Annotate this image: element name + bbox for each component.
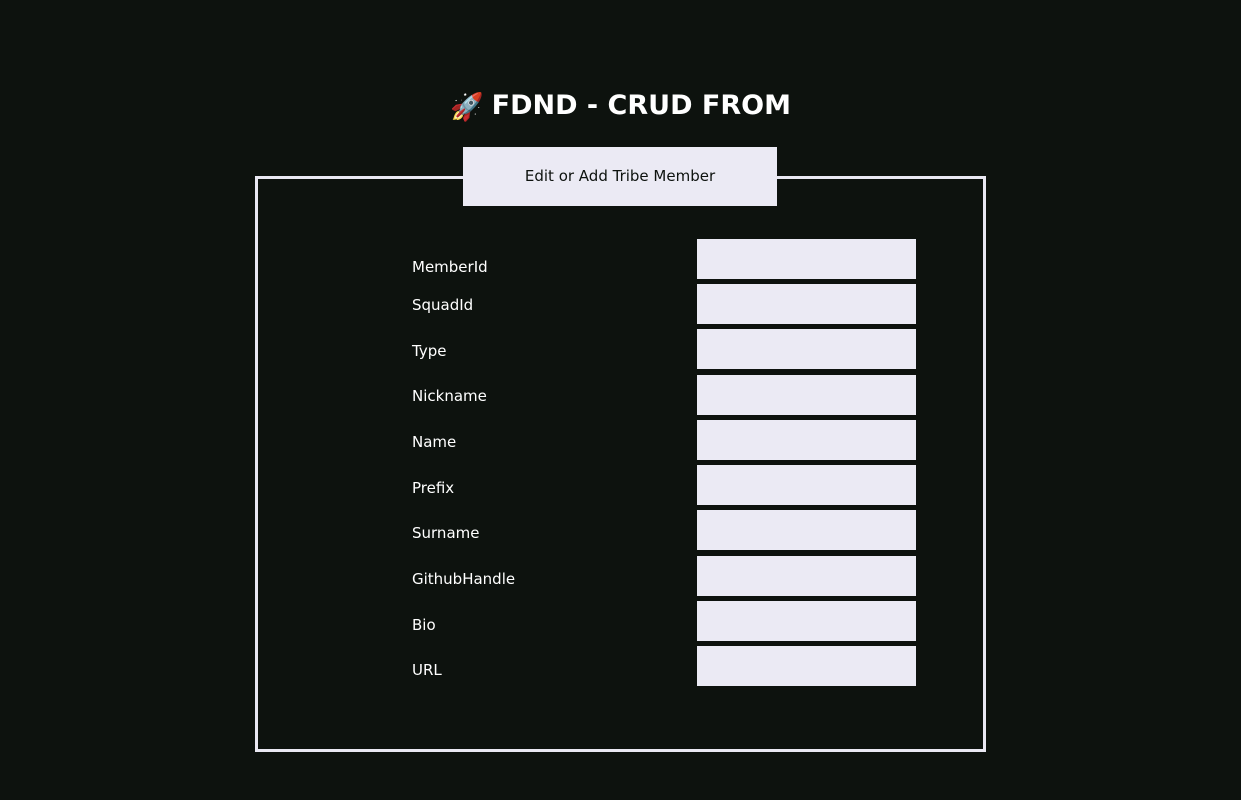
squadid-input[interactable] <box>697 284 916 324</box>
surname-label: Surname <box>412 524 480 542</box>
type-input[interactable] <box>697 329 916 369</box>
githubhandle-label: GithubHandle <box>412 570 516 588</box>
nickname-label: Nickname <box>412 387 487 405</box>
rocket-icon: 🚀 <box>450 92 484 123</box>
bio-label: Bio <box>412 616 436 634</box>
prefix-input[interactable] <box>697 465 916 505</box>
name-label: Name <box>412 433 457 451</box>
name-input[interactable] <box>697 420 916 460</box>
surname-input[interactable] <box>697 510 916 550</box>
page-title-text: FDND - CRUD FROM <box>491 90 791 121</box>
nickname-input[interactable] <box>697 375 916 415</box>
form-legend: Edit or Add Tribe Member <box>463 147 777 206</box>
type-label: Type <box>412 342 447 360</box>
bio-input[interactable] <box>697 601 916 641</box>
githubhandle-input[interactable] <box>697 556 916 596</box>
app-background: 🚀 FDND - CRUD FROM Edit or Add Tribe Memb… <box>0 0 1241 800</box>
url-label: URL <box>412 661 442 679</box>
prefix-label: Prefix <box>412 479 455 497</box>
squadid-label: SquadId <box>412 296 474 314</box>
memberid-label: MemberId <box>412 258 488 276</box>
page-title: 🚀 FDND - CRUD FROM <box>0 86 1241 128</box>
url-input[interactable] <box>697 646 916 686</box>
memberid-input[interactable] <box>697 239 916 279</box>
